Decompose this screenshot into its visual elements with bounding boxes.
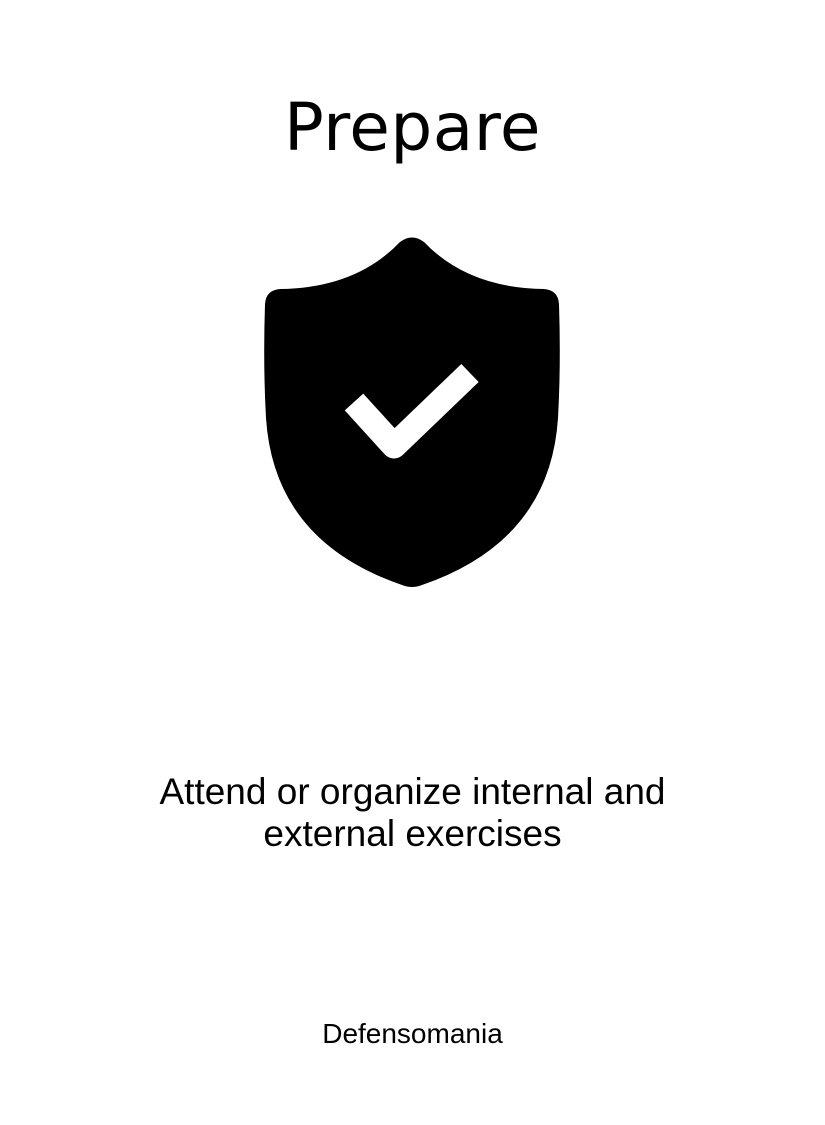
card: Prepare Attend or organize internal and … [0, 0, 825, 1125]
footer-brand: Defensomania [322, 1018, 503, 1049]
card-title: Prepare [283, 89, 542, 166]
shield-check-icon [262, 236, 562, 588]
card-description: Attend or organize internal and external… [159, 771, 666, 854]
